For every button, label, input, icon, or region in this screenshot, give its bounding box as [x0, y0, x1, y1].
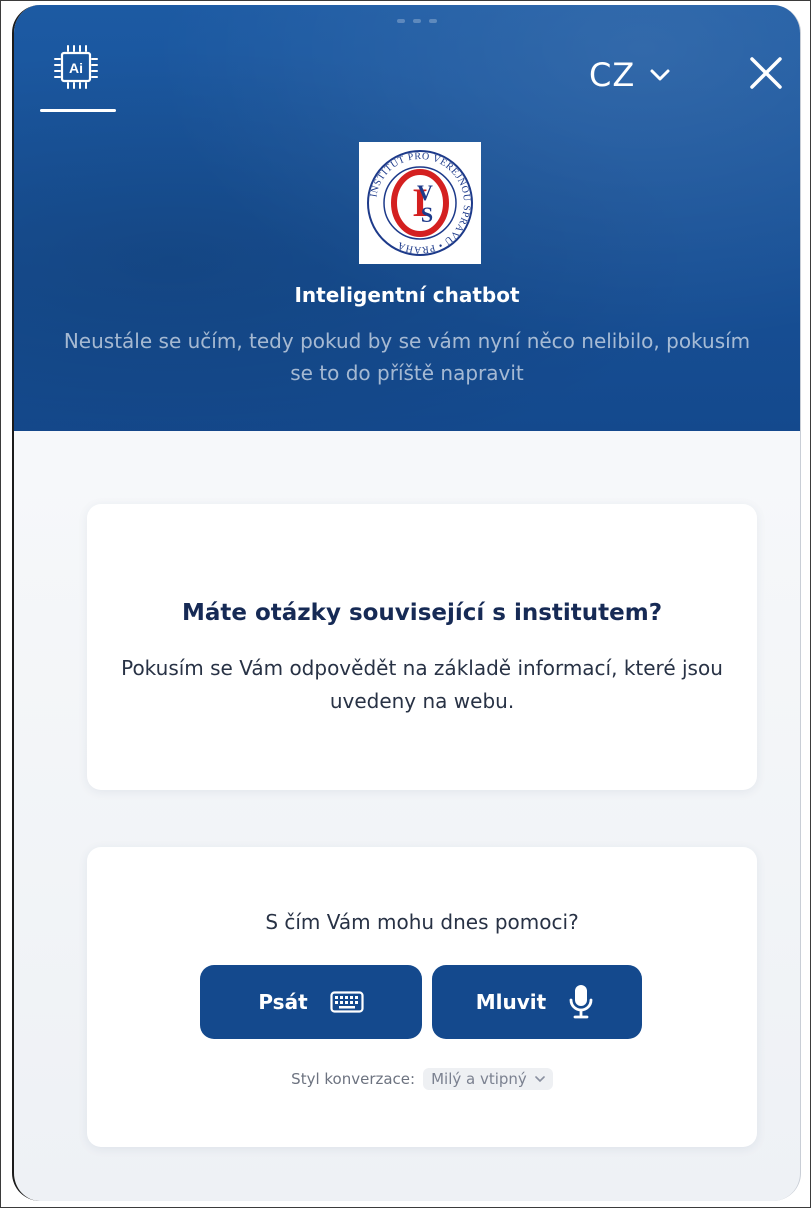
microphone-icon	[569, 985, 593, 1019]
help-prompt: S čím Vám mohu dnes pomoci?	[265, 910, 579, 934]
chevron-down-icon	[650, 69, 670, 81]
info-question: Máte otázky související s institutem?	[181, 600, 663, 626]
institute-logo: INSTITUT PRO VEŘEJNOU SPRÁVU • PRAHA I V…	[359, 142, 481, 264]
write-button[interactable]: Psát	[200, 965, 422, 1039]
style-value: Milý a vtipný	[431, 1070, 527, 1088]
chatbot-widget: Ai CZ INSTITUT PRO VEŘEJNOU SPRÁVU • PRA…	[12, 5, 801, 1201]
keyboard-icon	[330, 991, 364, 1013]
svg-text:S: S	[421, 202, 433, 227]
chatbot-header: Ai CZ INSTITUT PRO VEŘEJNOU SPRÁVU • PRA…	[14, 5, 800, 431]
info-card: Máte otázky související s institutem? Po…	[87, 504, 757, 790]
svg-text:Ai: Ai	[69, 60, 83, 76]
help-card: S čím Vám mohu dnes pomoci? Psát Mluvit	[87, 847, 757, 1147]
ivs-logo-graphic: INSTITUT PRO VEŘEJNOU SPRÁVU • PRAHA I V…	[367, 150, 473, 256]
write-label: Psát	[258, 990, 308, 1014]
chatbot-title: Inteligentní chatbot	[294, 283, 520, 307]
speak-label: Mluvit	[475, 990, 547, 1014]
info-answer: Pokusím se Vám odpovědět na základě info…	[121, 656, 723, 713]
conversation-style-row: Styl konverzace: Milý a vtipný	[87, 1068, 757, 1090]
chatbot-subtitle: Neustále se učím, tedy pokud by se vám n…	[63, 329, 751, 385]
chevron-down-icon	[535, 1075, 545, 1082]
style-label: Styl konverzace:	[291, 1070, 416, 1088]
close-icon[interactable]	[746, 53, 786, 93]
language-select[interactable]: CZ	[589, 53, 671, 97]
language-label: CZ	[589, 56, 636, 94]
active-tab-indicator	[40, 109, 116, 112]
speak-button[interactable]: Mluvit	[432, 965, 642, 1039]
conversation-style-select[interactable]: Milý a vtipný	[423, 1068, 553, 1090]
ai-chip-icon[interactable]: Ai	[52, 43, 100, 91]
drag-handle[interactable]	[397, 19, 437, 25]
